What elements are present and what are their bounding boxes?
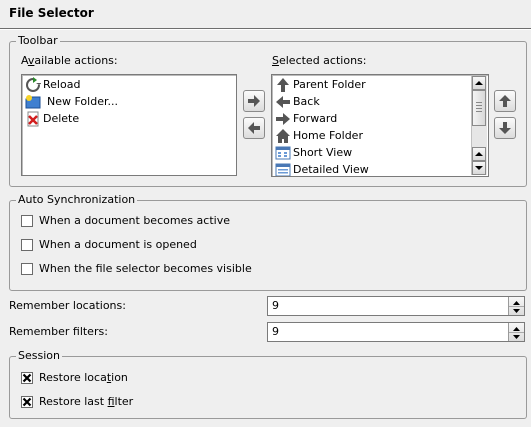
move-down-button[interactable] <box>494 117 516 139</box>
spinbox-arrows <box>508 297 524 315</box>
remember-filters-value: 9 <box>272 325 279 338</box>
list-item-label: Reload <box>43 78 81 91</box>
back-arrow-icon <box>276 96 290 108</box>
auto-sync-legend: Auto Synchronization <box>16 193 138 207</box>
grip-icon <box>476 102 482 112</box>
delete-icon <box>27 111 39 127</box>
add-to-selected-button[interactable] <box>243 90 265 112</box>
restore-location-checkbox[interactable] <box>21 372 33 384</box>
page-title: File Selector <box>9 6 94 20</box>
remember-locations-label: Remember locations: <box>9 299 126 312</box>
sync-on-open-checkbox[interactable] <box>21 239 33 251</box>
list-item-label: Back <box>293 95 320 108</box>
detailed-view-icon <box>275 163 291 176</box>
short-view-icon <box>275 146 291 160</box>
list-item-label: Forward <box>293 112 338 125</box>
check-mark-icon <box>22 373 32 383</box>
move-up-button[interactable] <box>494 90 516 112</box>
list-item-label: New Folder... <box>47 95 118 108</box>
restore-filter-checkbox[interactable] <box>21 396 33 408</box>
home-icon <box>276 129 290 143</box>
scroll-up-button[interactable] <box>472 76 486 90</box>
spinbox-arrows <box>508 323 524 341</box>
list-item-label: Detailed View <box>293 163 369 176</box>
spin-down-button[interactable] <box>509 306 524 315</box>
list-item-label: Short View <box>293 146 353 159</box>
list-item-label: Delete <box>43 112 80 125</box>
restore-location-label[interactable]: Restore location <box>39 371 128 385</box>
triangle-down-icon <box>513 309 520 313</box>
sync-on-visible-label[interactable]: When the file selector becomes visible <box>39 262 252 276</box>
spin-down-button[interactable] <box>509 332 524 341</box>
list-item-label: Home Folder <box>293 129 363 142</box>
sync-on-visible-checkbox[interactable] <box>21 263 33 275</box>
toolbar-legend: Toolbar <box>16 34 60 48</box>
selected-list-scrollbar[interactable] <box>471 76 487 175</box>
check-mark-icon <box>22 397 32 407</box>
remember-filters-label: Remember filters: <box>9 325 108 338</box>
sync-on-active-checkbox[interactable] <box>21 215 33 227</box>
sync-on-active-label[interactable]: When a document becomes active <box>39 214 230 228</box>
up-arrow-icon <box>499 95 511 107</box>
selected-actions-label: Selected actions: <box>272 54 367 67</box>
remember-filters-spinbox[interactable]: 9 <box>267 322 525 342</box>
new-folder-icon <box>25 95 41 109</box>
remember-locations-value: 9 <box>272 299 279 312</box>
selected-actions-list[interactable]: Parent Folder Back Forward Home Folder S… <box>271 74 489 177</box>
triangle-up-icon <box>475 81 483 85</box>
scroll-up-button-lower[interactable] <box>472 147 486 161</box>
down-arrow-icon <box>499 122 511 134</box>
scroll-down-button[interactable] <box>472 161 486 175</box>
available-actions-label: Available actions: <box>21 54 118 67</box>
up-arrow-icon <box>277 78 289 92</box>
restore-filter-label[interactable]: Restore last filter <box>39 395 133 409</box>
session-group: Session <box>9 349 527 419</box>
triangle-down-icon <box>513 335 520 339</box>
triangle-up-icon <box>475 152 483 156</box>
list-item-label: Parent Folder <box>293 78 366 91</box>
remember-locations-spinbox[interactable]: 9 <box>267 296 525 316</box>
scroll-thumb[interactable] <box>472 90 486 126</box>
title-divider <box>0 28 531 30</box>
available-actions-list[interactable]: Reload New Folder... Delete <box>21 74 237 176</box>
reload-icon <box>26 77 41 92</box>
left-arrow-icon <box>248 122 260 134</box>
remove-from-selected-button[interactable] <box>243 117 265 139</box>
right-arrow-icon <box>248 95 260 107</box>
forward-arrow-icon <box>276 113 290 125</box>
sync-on-open-label[interactable]: When a document is opened <box>39 238 197 252</box>
triangle-down-icon <box>475 166 483 170</box>
session-legend: Session <box>16 349 62 363</box>
